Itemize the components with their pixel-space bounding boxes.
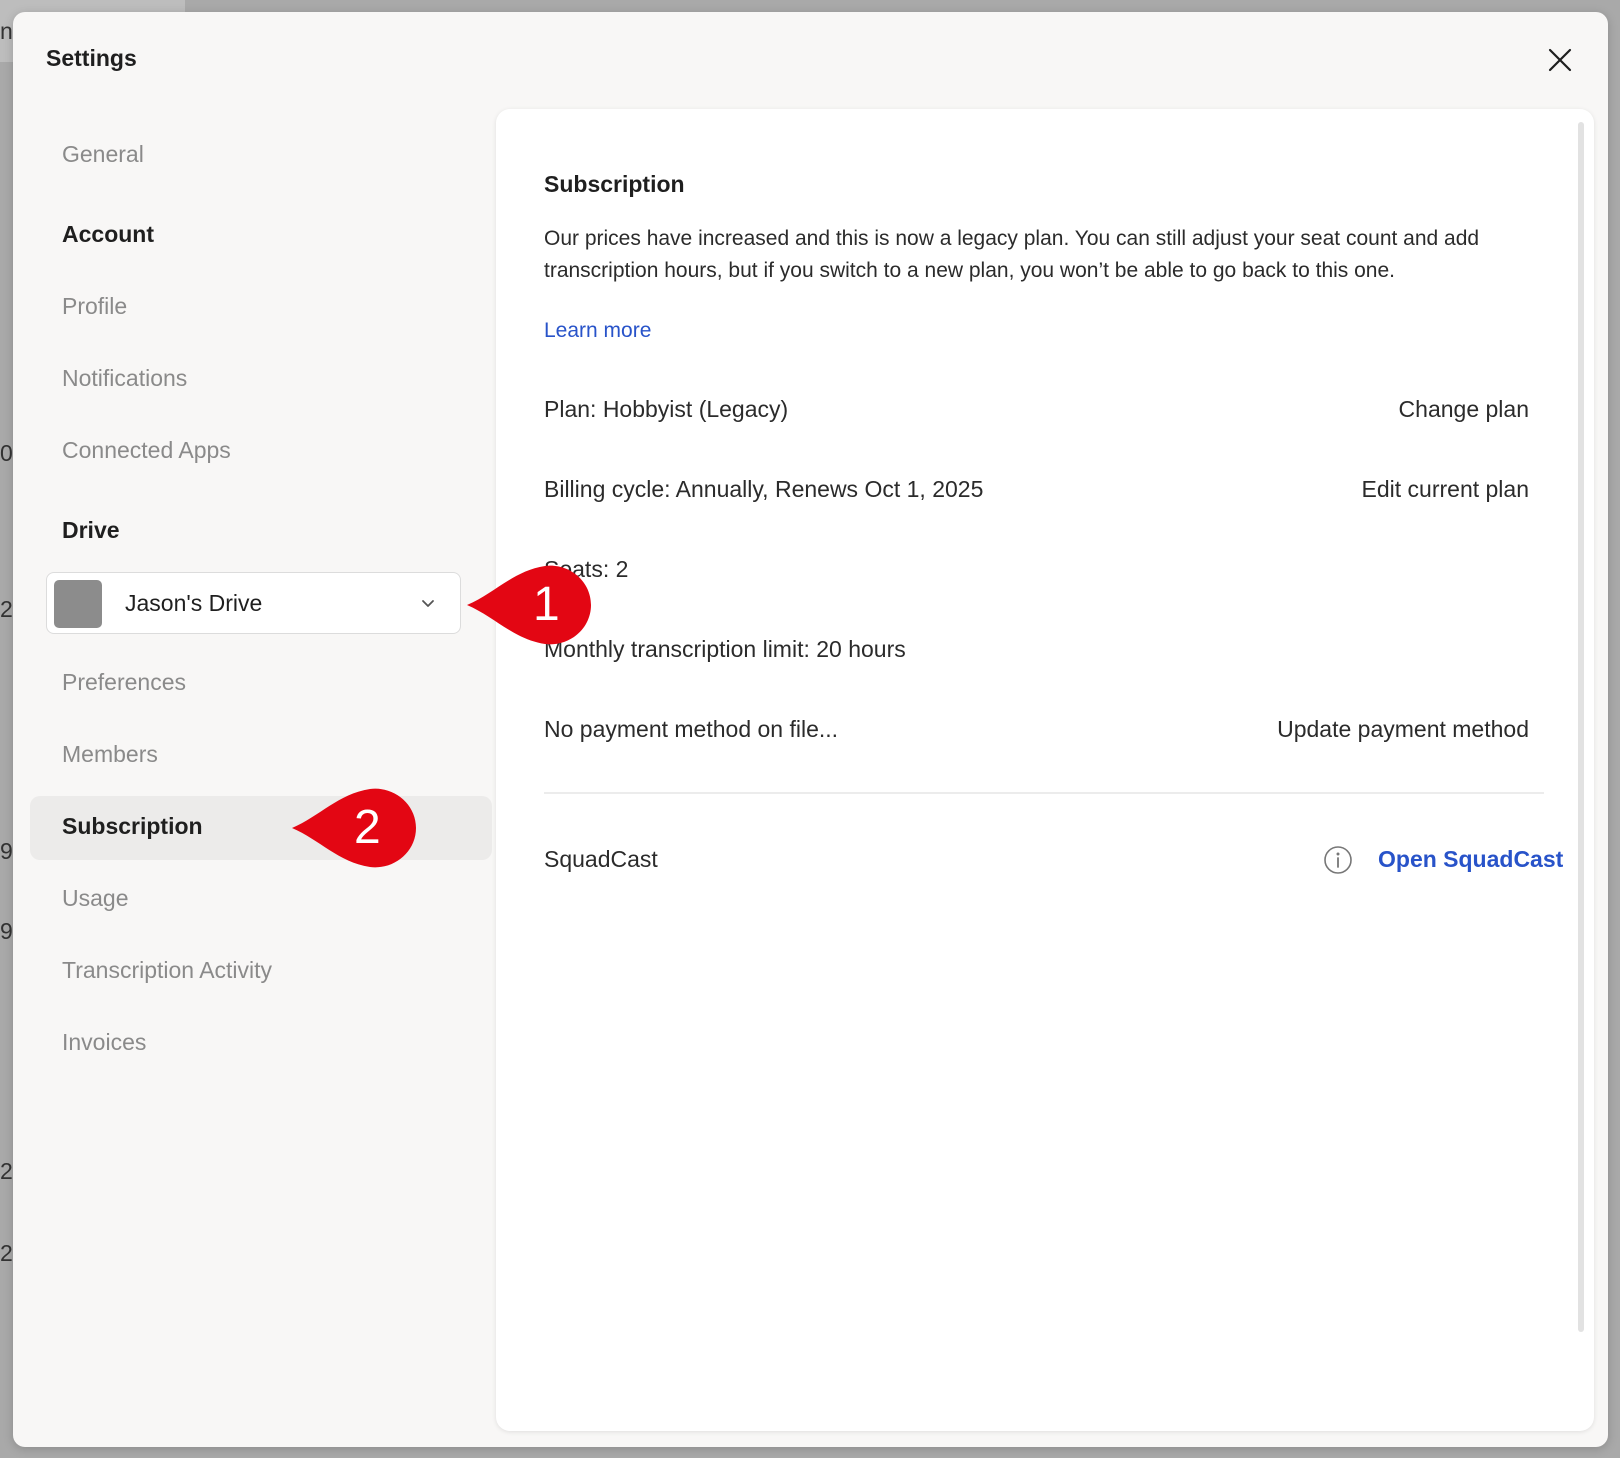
sidebar-item-general[interactable]: General <box>62 141 144 168</box>
section-divider <box>544 792 1544 794</box>
legacy-plan-description: Our prices have increased and this is no… <box>544 227 1480 282</box>
callout-arrow-icon <box>467 565 591 645</box>
sidebar-item-notifications[interactable]: Notifications <box>62 365 187 392</box>
sidebar-item-subscription[interactable]: Subscription <box>30 796 492 860</box>
learn-more-link[interactable]: Learn more <box>544 319 651 343</box>
drive-selector-value: Jason's Drive <box>125 590 263 616</box>
sidebar-item-profile[interactable]: Profile <box>62 293 127 320</box>
squadcast-label: SquadCast <box>544 846 658 872</box>
payment-method-label: No payment method on file... <box>544 716 839 742</box>
plan-label: Plan: Hobbyist (Legacy) <box>544 396 789 422</box>
subscription-panel: Subscription Our prices have increased a… <box>496 109 1594 1431</box>
drive-selector[interactable]: Jason's Drive <box>46 572 461 634</box>
background-text-fragment: 2 <box>0 596 13 622</box>
sidebar-item-members[interactable]: Members <box>62 741 158 768</box>
edit-current-plan-button[interactable]: Edit current plan <box>1362 476 1529 503</box>
sidebar-item-label: Subscription <box>62 813 203 839</box>
billing-cycle-label: Billing cycle: Annually, Renews Oct 1, 2… <box>544 476 984 502</box>
callout-number-1: 1 <box>533 578 560 631</box>
callout-marker-1: 1 <box>465 563 595 647</box>
change-plan-button[interactable]: Change plan <box>1399 396 1529 423</box>
drive-avatar <box>54 580 102 628</box>
sidebar-item-usage[interactable]: Usage <box>62 885 128 912</box>
open-squadcast-link[interactable]: Open SquadCast <box>1378 846 1563 873</box>
settings-modal: Settings General Account Profile Notific… <box>13 12 1608 1447</box>
background-text-fragment: 2 <box>0 1240 13 1266</box>
sidebar-item-preferences[interactable]: Preferences <box>62 669 186 696</box>
callout-number-2: 2 <box>354 801 381 854</box>
update-payment-method-button[interactable]: Update payment method <box>1277 716 1529 743</box>
callout-marker-2: 2 <box>290 786 420 870</box>
close-icon <box>1548 48 1572 72</box>
chevron-down-icon <box>422 600 434 607</box>
background-text-fragment: 2 <box>0 1158 13 1184</box>
sidebar-item-transcription-activity[interactable]: Transcription Activity <box>62 957 272 984</box>
info-icon[interactable] <box>1323 845 1353 875</box>
sidebar-item-invoices[interactable]: Invoices <box>62 1029 146 1056</box>
close-button[interactable] <box>1545 45 1575 75</box>
transcription-limit-label: Monthly transcription limit: 20 hours <box>544 636 906 662</box>
panel-scrollbar[interactable] <box>1578 122 1584 1332</box>
sidebar-item-connected-apps[interactable]: Connected Apps <box>62 437 231 464</box>
panel-title: Subscription <box>544 171 685 197</box>
modal-title: Settings <box>46 45 137 71</box>
sidebar-heading-drive: Drive <box>62 517 120 543</box>
sidebar-heading-account: Account <box>62 221 154 247</box>
